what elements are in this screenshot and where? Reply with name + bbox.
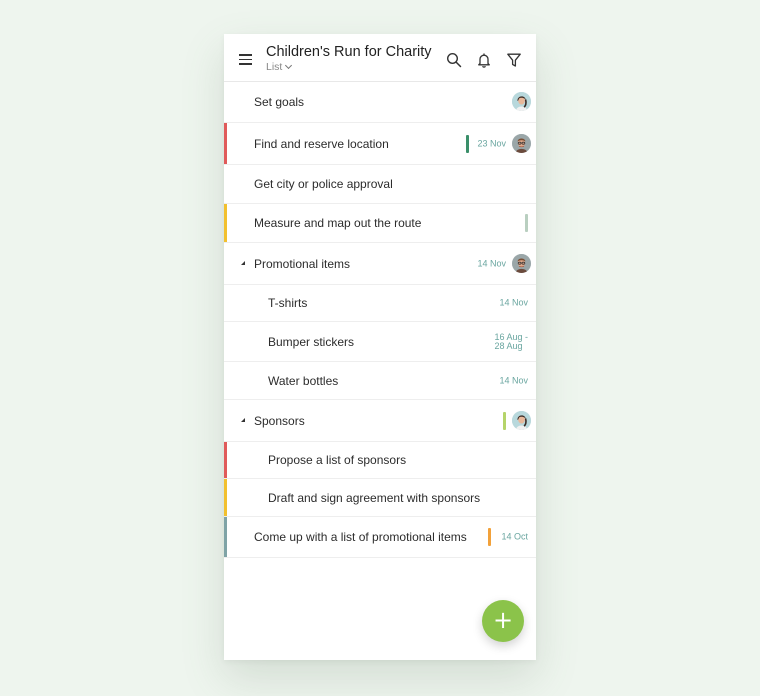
task-title: Bumper stickers <box>268 334 355 349</box>
due-date: 14 Oct <box>501 531 528 542</box>
task-row[interactable]: Set goals <box>224 82 536 123</box>
task-group-row[interactable]: Promotional items 14 Nov <box>224 243 536 285</box>
filter-icon[interactable] <box>506 52 522 68</box>
task-title: Get city or police approval <box>254 177 393 191</box>
status-color-bar <box>488 528 492 546</box>
priority-stripe <box>224 123 227 164</box>
view-selector[interactable]: List <box>266 61 293 73</box>
bell-icon[interactable] <box>476 52 492 68</box>
due-date: 23 Nov <box>477 138 506 148</box>
status-color-bar <box>503 411 506 430</box>
task-title: Measure and map out the route <box>254 216 422 230</box>
chevron-down-icon <box>285 61 293 70</box>
task-title: Sponsors <box>254 413 305 428</box>
due-date-end: 28 Aug <box>494 340 523 351</box>
project-title: Children's Run for Charity <box>266 44 432 60</box>
task-title: Come up with a list of promotional items <box>254 530 467 544</box>
priority-stripe <box>224 517 227 557</box>
task-title: Propose a list of sponsors <box>268 453 407 467</box>
task-title: Draft and sign agreement with sponsors <box>268 490 481 505</box>
collapse-triangle-icon[interactable] <box>241 417 245 422</box>
add-task-button[interactable]: + <box>482 600 524 642</box>
app-header: Children's Run for Charity List <box>224 34 536 82</box>
assignee-avatar[interactable] <box>512 410 531 430</box>
assignee-avatar[interactable] <box>512 92 531 111</box>
search-icon[interactable] <box>446 52 462 68</box>
due-date: 16 Aug -28 Aug <box>494 332 528 351</box>
task-row[interactable]: Propose a list of sponsors <box>224 442 536 479</box>
task-title: Promotional items <box>254 256 351 271</box>
assignee-avatar[interactable] <box>512 253 531 273</box>
task-row[interactable]: Measure and map out the route <box>224 204 536 243</box>
status-color-bar <box>525 214 528 232</box>
task-row[interactable]: T-shirts 14 Nov <box>224 285 536 322</box>
view-selector-label: List <box>266 61 283 73</box>
task-row[interactable]: Come up with a list of promotional items… <box>224 517 536 558</box>
app-window: Children's Run for Charity List Set goal… <box>224 34 536 660</box>
task-list: Set goals Find and reserve location 23 Nov… <box>224 82 536 558</box>
task-row[interactable]: Find and reserve location 23 Nov <box>224 123 536 165</box>
task-row[interactable]: Get city or police approval <box>224 165 536 204</box>
task-row[interactable]: Water bottles 14 Nov <box>224 362 536 400</box>
task-row[interactable]: Draft and sign agreement with sponsors <box>224 479 536 517</box>
task-title: Find and reserve location <box>254 136 389 151</box>
due-date: 14 Nov <box>477 258 506 268</box>
priority-stripe <box>224 204 227 242</box>
due-date: 14 Nov <box>499 297 528 308</box>
task-row[interactable]: Bumper stickers 16 Aug -28 Aug <box>224 322 536 362</box>
assignee-avatar[interactable] <box>512 133 531 153</box>
collapse-triangle-icon[interactable] <box>241 260 245 265</box>
task-title: Set goals <box>254 95 305 109</box>
menu-icon[interactable] <box>239 54 252 65</box>
task-title: T-shirts <box>268 296 308 310</box>
task-group-row[interactable]: Sponsors <box>224 400 536 442</box>
priority-stripe <box>224 442 227 478</box>
task-title: Water bottles <box>268 373 339 388</box>
status-color-bar <box>466 134 470 153</box>
due-date: 14 Nov <box>499 375 528 385</box>
priority-stripe <box>224 479 227 516</box>
